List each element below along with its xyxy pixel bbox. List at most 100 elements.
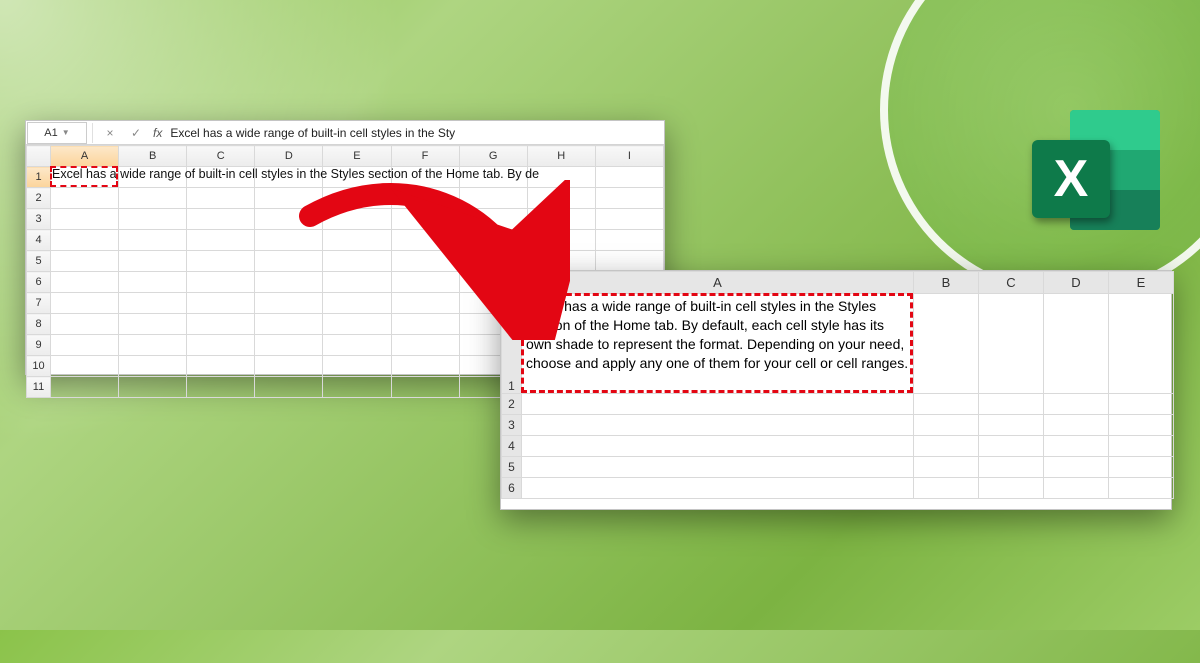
cell[interactable] — [51, 356, 119, 377]
row-header-3[interactable]: 3 — [27, 209, 51, 230]
cell[interactable] — [323, 356, 391, 377]
cell[interactable] — [1044, 294, 1109, 394]
row-header-3[interactable]: 3 — [502, 415, 522, 436]
cell[interactable] — [595, 230, 663, 251]
row-header-10[interactable]: 10 — [27, 356, 51, 377]
cell[interactable] — [914, 294, 979, 394]
cell[interactable] — [914, 436, 979, 457]
cell[interactable] — [522, 457, 914, 478]
cell[interactable] — [1109, 457, 1174, 478]
cell[interactable] — [187, 272, 255, 293]
cell[interactable] — [119, 230, 187, 251]
column-header-b[interactable]: B — [119, 146, 187, 167]
cell[interactable] — [979, 436, 1044, 457]
cell[interactable] — [1044, 415, 1109, 436]
cell[interactable] — [979, 415, 1044, 436]
cell[interactable] — [595, 209, 663, 230]
cell[interactable] — [187, 377, 255, 398]
column-header-a[interactable]: A — [51, 146, 119, 167]
column-header-a[interactable]: A — [522, 272, 914, 294]
cell[interactable] — [255, 356, 323, 377]
row-header-2[interactable]: 2 — [502, 394, 522, 415]
cell[interactable] — [119, 272, 187, 293]
cell[interactable] — [979, 478, 1044, 499]
row-header-11[interactable]: 11 — [27, 377, 51, 398]
column-header-d[interactable]: D — [255, 146, 323, 167]
cell[interactable] — [51, 335, 119, 356]
cell[interactable] — [187, 356, 255, 377]
cell[interactable] — [187, 188, 255, 209]
column-header-e[interactable]: E — [323, 146, 391, 167]
column-header-c[interactable]: C — [979, 272, 1044, 294]
cell-b1[interactable] — [119, 167, 187, 188]
column-header-e[interactable]: E — [1109, 272, 1174, 294]
fx-icon[interactable]: fx — [153, 126, 162, 140]
cell[interactable] — [1044, 457, 1109, 478]
cell[interactable] — [1109, 478, 1174, 499]
cell[interactable] — [979, 294, 1044, 394]
cell[interactable] — [1109, 394, 1174, 415]
row-header-4[interactable]: 4 — [502, 436, 522, 457]
cell[interactable] — [255, 377, 323, 398]
cell[interactable] — [119, 356, 187, 377]
cell[interactable] — [522, 394, 914, 415]
cell[interactable] — [1109, 294, 1174, 394]
cell-a1[interactable] — [51, 167, 119, 188]
cell[interactable] — [914, 457, 979, 478]
cell[interactable] — [1109, 415, 1174, 436]
cell[interactable] — [595, 251, 663, 272]
row-header-1[interactable]: 1 — [27, 167, 51, 188]
cell[interactable] — [51, 188, 119, 209]
cell[interactable] — [119, 293, 187, 314]
cell[interactable] — [51, 209, 119, 230]
cell[interactable] — [1044, 436, 1109, 457]
column-header-f[interactable]: F — [391, 146, 459, 167]
cell-i1[interactable] — [595, 167, 663, 188]
column-header-h[interactable]: H — [527, 146, 595, 167]
row-header-7[interactable]: 7 — [27, 293, 51, 314]
cell[interactable] — [51, 293, 119, 314]
cell[interactable] — [391, 377, 459, 398]
cell-c1[interactable] — [187, 167, 255, 188]
cell[interactable] — [51, 272, 119, 293]
cell[interactable] — [119, 314, 187, 335]
cell[interactable] — [187, 230, 255, 251]
column-header-c[interactable]: C — [187, 146, 255, 167]
cell[interactable] — [187, 251, 255, 272]
cell[interactable] — [1109, 436, 1174, 457]
spreadsheet-grid-after[interactable]: A B C D E 1 Excel has a wide range of bu… — [501, 271, 1174, 499]
cell[interactable] — [187, 293, 255, 314]
cell[interactable] — [187, 314, 255, 335]
cell[interactable] — [51, 377, 119, 398]
cell[interactable] — [119, 251, 187, 272]
cell-a1-wrapped[interactable]: Excel has a wide range of built-in cell … — [522, 294, 914, 394]
cell[interactable] — [914, 415, 979, 436]
formula-input[interactable]: Excel has a wide range of built-in cell … — [170, 126, 664, 140]
cell[interactable] — [119, 335, 187, 356]
row-header-4[interactable]: 4 — [27, 230, 51, 251]
cell[interactable] — [522, 478, 914, 499]
cell[interactable] — [1044, 394, 1109, 415]
column-header-d[interactable]: D — [1044, 272, 1109, 294]
column-header-b[interactable]: B — [914, 272, 979, 294]
cell[interactable] — [595, 188, 663, 209]
row-header-8[interactable]: 8 — [27, 314, 51, 335]
cell[interactable] — [187, 209, 255, 230]
column-header-g[interactable]: G — [459, 146, 527, 167]
enter-icon[interactable]: ✓ — [127, 124, 145, 142]
cell[interactable] — [51, 230, 119, 251]
cell[interactable] — [187, 335, 255, 356]
row-header-6[interactable]: 6 — [502, 478, 522, 499]
cell[interactable] — [119, 377, 187, 398]
cell[interactable] — [979, 394, 1044, 415]
cell[interactable] — [119, 188, 187, 209]
row-header-5[interactable]: 5 — [502, 457, 522, 478]
row-header-6[interactable]: 6 — [27, 272, 51, 293]
cell[interactable] — [323, 377, 391, 398]
chevron-down-icon[interactable]: ▼ — [62, 128, 70, 137]
cell[interactable] — [914, 394, 979, 415]
row-header-9[interactable]: 9 — [27, 335, 51, 356]
cell[interactable] — [51, 251, 119, 272]
select-all-corner[interactable] — [27, 146, 51, 167]
column-header-i[interactable]: I — [595, 146, 663, 167]
